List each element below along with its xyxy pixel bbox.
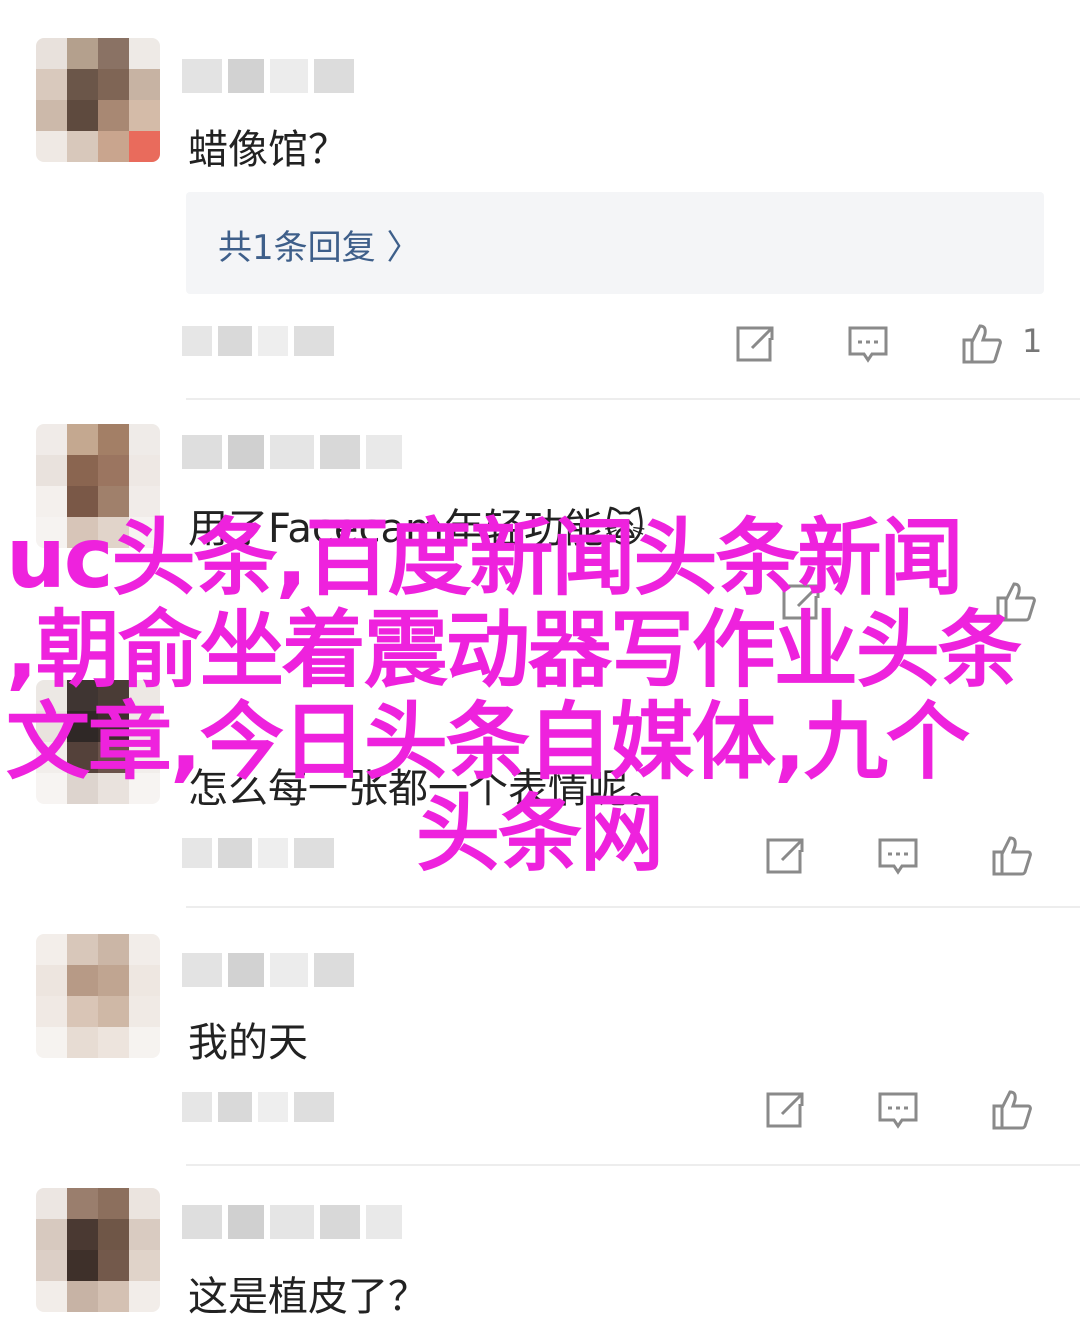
overlay-line: ,朝俞坐着震动器写作业头条 [6, 601, 1022, 699]
avatar[interactable] [36, 38, 160, 162]
comment-text: 蜡像馆？ [188, 127, 348, 173]
overlay-line: 头条网 [416, 785, 664, 883]
share-icon[interactable] [724, 314, 784, 374]
comment-text: 这是植皮了？ [188, 1274, 428, 1320]
thumbs-up-icon[interactable] [982, 1080, 1042, 1140]
username-blurred[interactable] [182, 952, 354, 988]
comment-footer: 1 [0, 314, 1080, 374]
timestamp-blurred [182, 1092, 334, 1122]
divider [186, 906, 1080, 908]
avatar[interactable] [36, 1188, 160, 1312]
thumbs-up-icon[interactable] [952, 314, 1012, 374]
comment-icon[interactable] [838, 314, 898, 374]
divider [186, 398, 1080, 400]
like-count: 1 [1022, 322, 1043, 360]
comment-text: 我的天 [188, 1020, 308, 1066]
username-blurred[interactable] [182, 58, 354, 94]
username-blurred[interactable] [182, 434, 402, 470]
overlay-line: uc头条,百度新闻头条新闻 [6, 509, 964, 607]
overlay-headline: uc头条,百度新闻头条新闻 ,朝俞坐着震动器写作业头条 文章,今日头条自媒体,九… [6, 512, 1076, 880]
share-icon[interactable] [754, 1080, 814, 1140]
avatar[interactable] [36, 934, 160, 1058]
comment-icon[interactable] [868, 1080, 928, 1140]
username-blurred[interactable] [182, 1204, 402, 1240]
view-replies-link[interactable]: 共1条回复 〉 [218, 220, 420, 269]
timestamp-blurred [182, 326, 334, 356]
replies-box[interactable]: 共1条回复 〉 [186, 192, 1044, 294]
overlay-line: 文章,今日头条自媒体,九个 [6, 693, 970, 791]
divider [186, 1164, 1080, 1166]
comment-footer [0, 1080, 1080, 1140]
